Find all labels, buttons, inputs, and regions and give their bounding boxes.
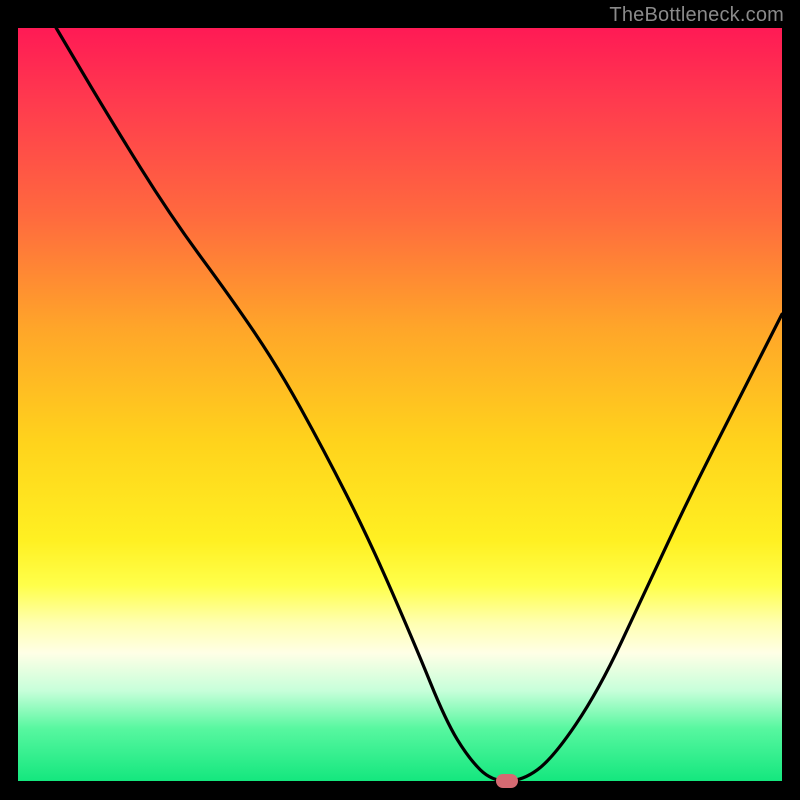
watermark-text: TheBottleneck.com <box>609 4 784 27</box>
plot-area <box>18 28 782 781</box>
curve-path <box>56 28 782 781</box>
chart-frame: TheBottleneck.com <box>0 0 800 800</box>
minimum-marker <box>496 774 518 788</box>
curve-layer <box>18 28 782 781</box>
